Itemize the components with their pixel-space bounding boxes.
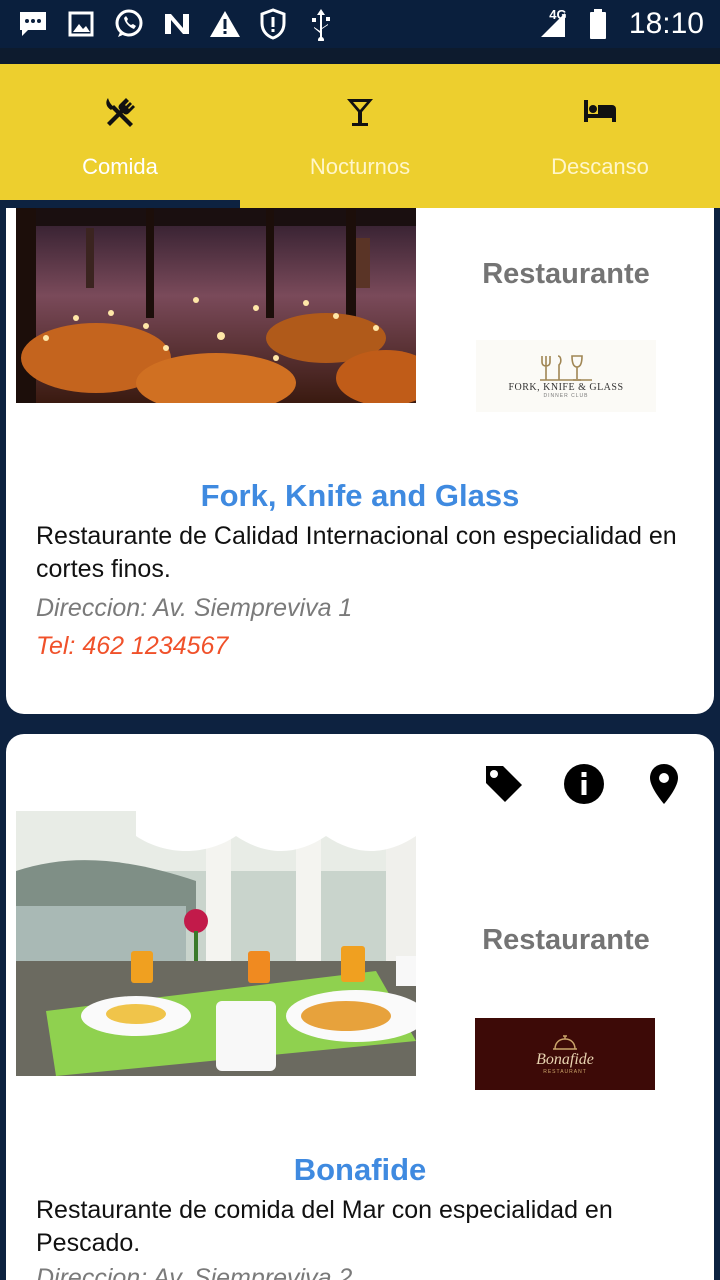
clock: 18:10 (628, 7, 704, 40)
tab-nocturnos-label: Nocturnos (309, 154, 411, 179)
place-type: Restaurante (482, 258, 650, 290)
place-logo-text: FORK, KNIFE & GLASS (508, 381, 624, 393)
place-name[interactable]: Fork, Knife and Glass (6, 478, 714, 514)
place-logo-subtext: RESTAURANT (543, 1069, 587, 1075)
location-pin-icon[interactable] (642, 762, 686, 806)
place-type: Restaurante (482, 924, 650, 956)
place-card[interactable]: Restaurante Bonafide RESTAURANT Bonafide… (6, 734, 714, 1280)
header-gap (0, 48, 720, 64)
place-logo: Bonafide RESTAURANT (475, 1018, 655, 1090)
bed-icon (582, 94, 618, 130)
message-icon (16, 7, 50, 41)
category-tab-bar: Comida Nocturnos Descanso (0, 64, 720, 208)
info-icon[interactable] (562, 762, 606, 806)
tag-icon[interactable] (482, 762, 526, 806)
tab-comida[interactable]: Comida (0, 64, 240, 208)
places-list[interactable]: Restaurante FORK, KNIFE & GLASS DINNER C… (0, 208, 720, 1280)
place-photo (16, 208, 416, 403)
n-icon (160, 7, 194, 41)
battery-icon (581, 7, 615, 41)
usb-icon (304, 7, 338, 41)
place-description: Restaurante de comida del Mar con especi… (36, 1196, 613, 1257)
signal-icon: 4G (533, 7, 567, 41)
tab-nocturnos[interactable]: Nocturnos (240, 64, 480, 208)
shield-icon (256, 7, 290, 41)
place-logo-text: Bonafide (536, 1051, 594, 1068)
place-description: Restaurante de Calidad Internacional con… (36, 522, 677, 583)
place-address: Direccion: Av. Siempreviva 1 (36, 594, 353, 622)
place-logo-subtext: DINNER CLUB (543, 392, 589, 399)
whatsapp-icon (112, 7, 146, 41)
place-card[interactable]: Restaurante FORK, KNIFE & GLASS DINNER C… (6, 208, 714, 714)
place-phone[interactable]: Tel: 462 1234567 (36, 632, 228, 661)
selected-tab-indicator (0, 200, 240, 208)
place-photo (16, 811, 416, 1076)
fork-knife-icon (102, 94, 138, 130)
image-icon (64, 7, 98, 41)
tab-comida-label: Comida (82, 154, 158, 179)
place-logo: FORK, KNIFE & GLASS DINNER CLUB (476, 340, 656, 412)
place-address: Direccion: Av. Siempreviva 2 (36, 1264, 353, 1280)
tab-descanso[interactable]: Descanso (480, 64, 720, 208)
status-bar: 4G 18:10 (0, 0, 720, 48)
cocktail-icon (342, 94, 378, 130)
place-name[interactable]: Bonafide (6, 1152, 714, 1188)
tab-descanso-label: Descanso (551, 154, 649, 179)
warning-icon (208, 7, 242, 41)
